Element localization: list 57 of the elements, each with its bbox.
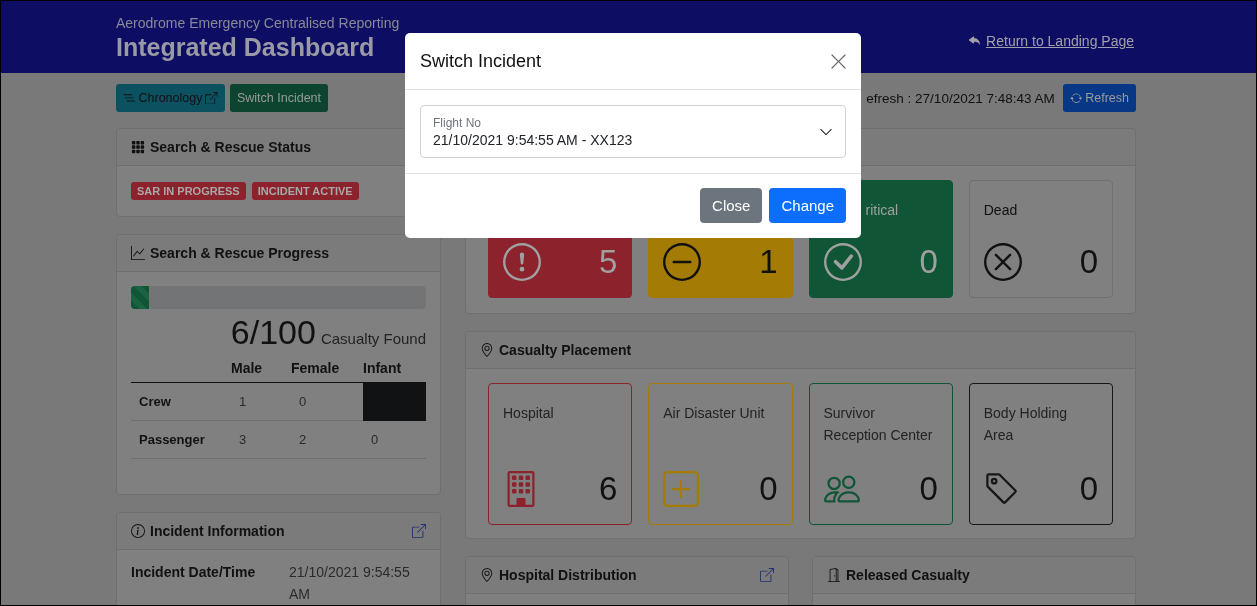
tile-count: 1 bbox=[759, 243, 778, 281]
tile-count: 0 bbox=[759, 470, 778, 508]
card-title: Casualty Placement bbox=[499, 342, 632, 358]
row-label: Passenger bbox=[131, 421, 231, 459]
field-label: Incident Date/Time bbox=[131, 564, 257, 582]
found-label: Casualty Found bbox=[320, 330, 426, 347]
status-badge: SAR IN PROGRESS bbox=[131, 182, 246, 200]
column-header: Infant bbox=[363, 359, 403, 378]
external-link-icon bbox=[760, 568, 774, 582]
card-title: Incident Information bbox=[150, 523, 285, 539]
dialog-title: Switch Incident bbox=[420, 50, 542, 72]
return-link[interactable]: Return to Landing Page bbox=[968, 33, 1134, 51]
switch-incident-button[interactable]: Switch Incident bbox=[229, 84, 328, 112]
location-pin-icon bbox=[480, 568, 494, 582]
card-title: Hospital Distribution bbox=[499, 567, 637, 583]
refresh-icon bbox=[1069, 91, 1083, 105]
found-count: 6/100 bbox=[230, 313, 316, 352]
row-label: Crew bbox=[131, 383, 231, 421]
tile-count: 0 bbox=[1079, 243, 1098, 281]
tile-count: 6 bbox=[598, 470, 618, 508]
card-title: Search & Rescue Status bbox=[150, 139, 312, 155]
tag-icon bbox=[983, 471, 1020, 507]
page-title: Integrated Dashboard bbox=[116, 33, 376, 62]
change-button[interactable]: Change bbox=[769, 188, 846, 223]
tile-count: 0 bbox=[919, 470, 938, 508]
table-cell: 2 bbox=[291, 421, 363, 459]
refresh-button[interactable]: Refresh bbox=[1062, 84, 1136, 112]
table-cell: 3 bbox=[231, 421, 291, 459]
info-icon bbox=[131, 524, 145, 538]
column-header: Male bbox=[231, 359, 264, 378]
flight-select[interactable]: Flight No 21/10/2021 9:54:55 AM - XX123 bbox=[420, 105, 846, 158]
chart-line-icon bbox=[131, 246, 145, 260]
location-pin-icon bbox=[480, 343, 494, 357]
tile-count: 0 bbox=[919, 243, 938, 281]
tile-label: Body Holding Area bbox=[983, 404, 1069, 445]
tile-count: 5 bbox=[598, 243, 618, 281]
grid-icon bbox=[131, 140, 145, 154]
tile-label: Air Disaster Unit bbox=[663, 404, 766, 423]
field-value: 21/10/2021 9:54:55 AM bbox=[289, 563, 411, 604]
reply-arrow-icon bbox=[968, 33, 983, 47]
last-refresh-text: efresh : 27/10/2021 7:48:43 AM bbox=[866, 90, 1055, 106]
card-title: Search & Rescue Progress bbox=[150, 245, 329, 261]
table-cell: 1 bbox=[231, 383, 291, 421]
tile-label: Hospital bbox=[503, 404, 555, 423]
table-cell: 0 bbox=[363, 421, 426, 459]
door-icon bbox=[827, 568, 841, 582]
external-link-icon bbox=[412, 524, 426, 538]
card-title: Released Casualty bbox=[846, 567, 970, 583]
column-header: Female bbox=[291, 359, 341, 378]
close-button[interactable]: Close bbox=[700, 188, 763, 223]
external-link-icon bbox=[205, 91, 218, 105]
status-badge: INCIDENT ACTIVE bbox=[251, 182, 359, 200]
tile-count: 0 bbox=[1079, 470, 1098, 508]
tile-label: Dead bbox=[983, 202, 1018, 218]
app-subtitle: Aerodrome Emergency Centralised Reporting bbox=[116, 15, 400, 31]
tile-label: ritical bbox=[865, 202, 899, 218]
tile-label: Survivor Reception Center bbox=[823, 404, 934, 445]
